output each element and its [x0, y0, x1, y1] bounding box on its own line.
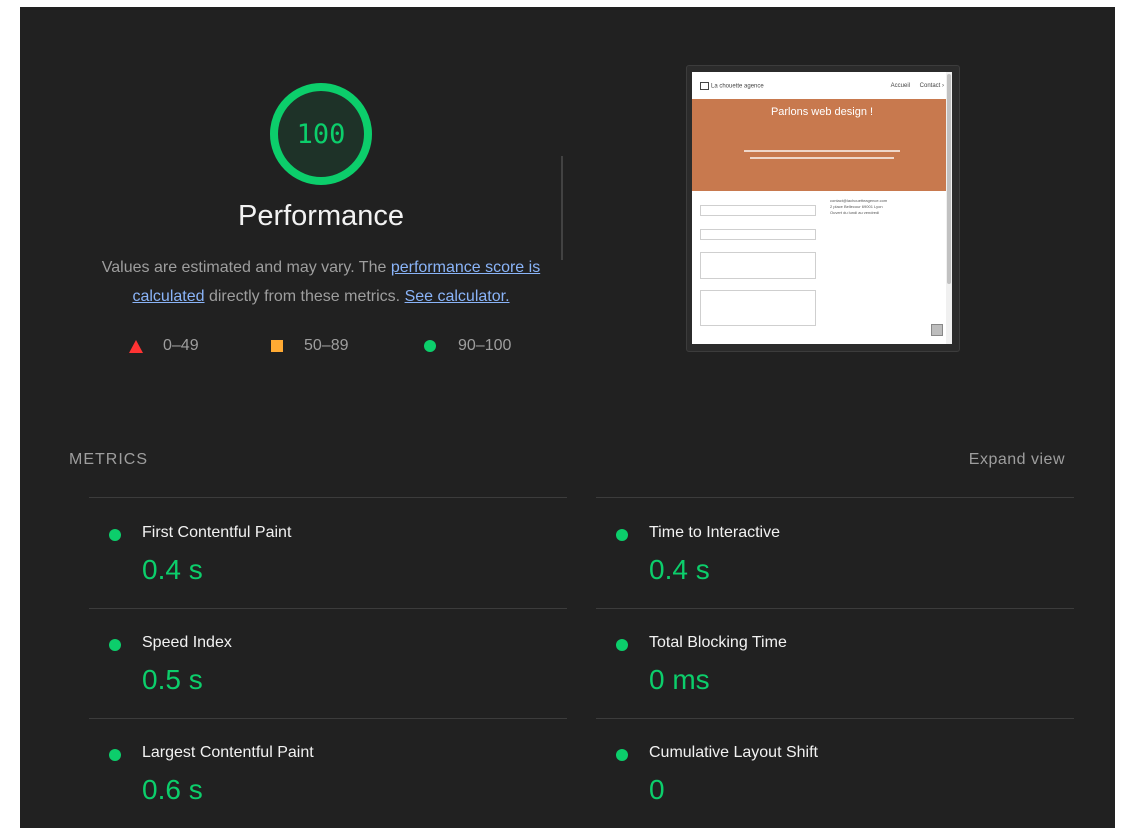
- metric-total-blocking-time: Total Blocking Time 0 ms: [596, 620, 1074, 720]
- thumb-contact-line: Ouvert du lundi au vendredi: [830, 210, 880, 215]
- pass-circle-icon: [616, 639, 628, 651]
- see-calculator-link[interactable]: See calculator.: [405, 288, 510, 305]
- performance-score: 100: [296, 118, 346, 150]
- legend-pass-label: 90–100: [458, 337, 512, 354]
- metric-label: Largest Contentful Paint: [142, 744, 314, 761]
- score-description: Values are estimated and may vary. The p…: [70, 253, 572, 311]
- metric-label: Total Blocking Time: [649, 634, 787, 651]
- thumb-navbar: La chouette agence Accueil Contact ›: [692, 72, 952, 99]
- thumb-hero-text-line: [750, 157, 894, 159]
- metric-largest-contentful-paint: Largest Contentful Paint 0.6 s: [89, 730, 567, 830]
- pass-circle-icon: [109, 529, 121, 541]
- metric-value: 0.6 s: [142, 774, 203, 805]
- metrics-divider: [89, 497, 567, 498]
- metric-label: First Contentful Paint: [142, 524, 292, 541]
- metric-value: 0.4 s: [649, 554, 710, 585]
- thumb-textarea: [700, 252, 816, 279]
- metric-label: Speed Index: [142, 634, 232, 651]
- thumb-nav-link: Accueil: [890, 82, 910, 89]
- metric-first-contentful-paint: First Contentful Paint 0.4 s: [89, 510, 567, 610]
- thumb-site-name: La chouette agence: [711, 83, 764, 90]
- thumb-name-input: [700, 205, 816, 216]
- pass-circle-icon: [109, 749, 121, 761]
- thumb-scrollbar-thumb: [947, 74, 951, 284]
- pass-circle-icon: [616, 529, 628, 541]
- metrics-title: METRICS: [69, 451, 148, 468]
- pass-circle-icon: [109, 639, 121, 651]
- metric-label: Cumulative Layout Shift: [649, 744, 818, 761]
- owl-logo-icon: [700, 81, 709, 90]
- legend-fail: 0–49: [129, 336, 199, 356]
- metric-value: 0: [649, 774, 665, 805]
- thumb-hero-text-line: [744, 150, 900, 152]
- thumb-nav-link: Contact ›: [919, 82, 944, 89]
- metric-cumulative-layout-shift: Cumulative Layout Shift 0: [596, 730, 1074, 830]
- legend-average: 50–89: [271, 336, 349, 356]
- thumb-submit-button: [931, 324, 943, 336]
- description-text-2: directly from these metrics.: [204, 288, 405, 305]
- metric-time-to-interactive: Time to Interactive 0.4 s: [596, 510, 1074, 610]
- triangle-icon: [129, 339, 143, 353]
- legend-average-label: 50–89: [304, 337, 349, 354]
- expand-view-toggle[interactable]: Expand view: [969, 451, 1065, 469]
- pass-circle-icon: [616, 749, 628, 761]
- thumb-logo: La chouette agence: [700, 81, 764, 90]
- thumb-nav-links: Accueil Contact ›: [883, 83, 944, 89]
- final-screenshot: La chouette agence Accueil Contact › Par…: [692, 72, 952, 344]
- metric-value: 0.4 s: [142, 554, 203, 585]
- legend-pass: 90–100: [424, 336, 511, 356]
- thumb-hero-title: Parlons web design !: [770, 106, 874, 118]
- metric-value: 0 ms: [649, 664, 710, 695]
- thumb-contact-info: contact@lachouetteagence.com 2 place Bel…: [830, 198, 887, 216]
- metric-value: 0.5 s: [142, 664, 203, 695]
- metric-label: Time to Interactive: [649, 524, 781, 541]
- gauge-title: Performance: [237, 200, 404, 232]
- legend-fail-label: 0–49: [163, 337, 199, 354]
- metric-speed-index: Speed Index 0.5 s: [89, 620, 567, 720]
- square-icon: [271, 340, 283, 352]
- circle-icon: [424, 340, 436, 352]
- thumb-email-input: [700, 229, 816, 240]
- thumb-textarea-2: [700, 290, 816, 326]
- metrics-divider: [596, 497, 1074, 498]
- description-text: Values are estimated and may vary. The: [101, 259, 391, 276]
- vertical-divider: [561, 156, 563, 260]
